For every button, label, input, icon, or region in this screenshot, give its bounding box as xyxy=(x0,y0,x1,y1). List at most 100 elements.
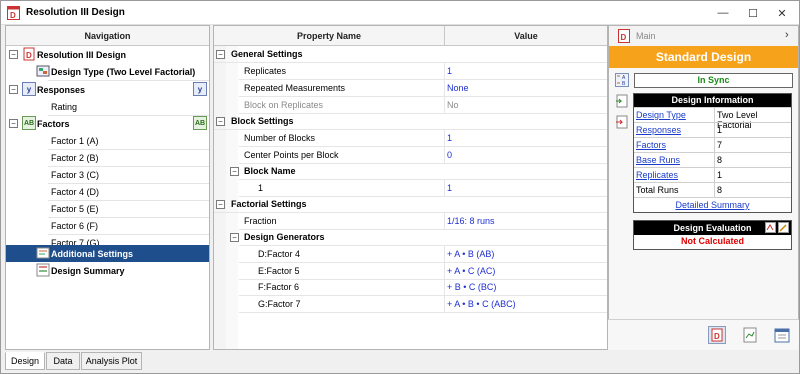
navigation-header: Navigation xyxy=(6,26,209,46)
settings-icon xyxy=(36,247,50,259)
property-row[interactable]: Repeated Measurements None xyxy=(214,80,607,97)
design-document-icon: D xyxy=(7,6,20,20)
minimize-button[interactable]: — xyxy=(713,4,733,22)
nav-item-factors[interactable]: − AB Factors AB xyxy=(6,115,209,132)
value-header: Value xyxy=(445,26,607,46)
nav-item-label: Rating xyxy=(51,101,78,112)
property-value[interactable]: 1/16: 8 runs xyxy=(447,216,495,226)
section-design-generators[interactable]: − Design Generators xyxy=(214,229,607,246)
property-value[interactable]: 1 xyxy=(447,133,452,143)
collapse-icon[interactable]: − xyxy=(216,117,225,126)
property-name: G:Factor 7 xyxy=(258,299,301,309)
nav-item-factor-6[interactable]: Factor 6 (F) xyxy=(6,217,209,234)
svg-text:D: D xyxy=(714,332,720,341)
nav-item-label: Factor 6 (F) xyxy=(51,220,99,231)
property-name-header: Property Name xyxy=(214,26,445,46)
nav-item-factor-3[interactable]: Factor 3 (C) xyxy=(6,166,209,183)
window-title: Resolution III Design xyxy=(26,7,125,18)
property-value[interactable]: None xyxy=(447,83,469,93)
control-panel-footer: D xyxy=(608,319,799,350)
nav-item-factor-2[interactable]: Factor 2 (B) xyxy=(6,149,209,166)
generate-icon[interactable] xyxy=(615,94,629,108)
nav-item-additional-settings[interactable]: Additional Settings xyxy=(6,245,209,262)
generator-row[interactable]: D:Factor 4 + A • B (AB) xyxy=(214,246,607,263)
nav-item-factor-1[interactable]: Factor 1 (A) xyxy=(6,132,209,149)
collapse-icon[interactable]: − xyxy=(216,200,225,209)
svg-text:D: D xyxy=(10,11,16,20)
design-document-icon: D xyxy=(23,47,35,61)
sync-status: In Sync xyxy=(634,73,793,88)
nav-item-label: Factor 4 (D) xyxy=(51,186,100,197)
design-evaluation-box: Design Evaluation Not Calculated xyxy=(633,220,792,250)
factors-link[interactable]: Factors xyxy=(636,140,666,150)
generator-row[interactable]: F:Factor 6 + B • C (BC) xyxy=(214,279,607,296)
edit-icon[interactable] xyxy=(778,222,789,233)
property-row[interactable]: Number of Blocks 1 xyxy=(214,130,607,147)
property-value[interactable]: + A • B • C (ABC) xyxy=(447,299,516,309)
property-row[interactable]: Replicates 1 xyxy=(214,63,607,80)
collapse-icon[interactable]: − xyxy=(9,50,18,59)
title-bar: D Resolution III Design — ☐ ✕ xyxy=(1,1,799,25)
collapse-icon[interactable]: − xyxy=(230,233,239,242)
sort-icon[interactable]: AB xyxy=(615,73,629,87)
nav-item-design-type[interactable]: Design Type (Two Level Factorial) xyxy=(6,63,209,80)
property-row[interactable]: Block on Replicates No xyxy=(214,97,607,114)
property-value[interactable]: + A • C (AC) xyxy=(447,266,495,276)
property-value[interactable]: 0 xyxy=(447,150,452,160)
nav-item-label: Responses xyxy=(37,84,86,95)
property-row[interactable]: Center Points per Block 0 xyxy=(214,147,607,164)
replicates-link[interactable]: Replicates xyxy=(636,170,678,180)
nav-item-label: Design Type (Two Level Factorial) xyxy=(51,66,196,77)
app-window: D Resolution III Design — ☐ ✕ Navigation… xyxy=(0,0,800,374)
design-view-icon[interactable]: D xyxy=(708,326,726,344)
property-name: D:Factor 4 xyxy=(258,249,301,259)
nav-item-rating[interactable]: Rating xyxy=(6,98,209,115)
chevron-right-icon[interactable]: › xyxy=(785,29,789,41)
add-factor-icon[interactable]: AB xyxy=(193,116,207,130)
tab-design[interactable]: Design xyxy=(5,352,45,370)
add-response-icon[interactable]: y xyxy=(193,82,207,96)
transfer-icon[interactable] xyxy=(615,115,629,129)
design-type-link[interactable]: Design Type xyxy=(636,110,686,120)
tab-analysis-plot[interactable]: Analysis Plot xyxy=(81,352,142,370)
nav-item-design-summary[interactable]: Design Summary xyxy=(6,262,209,279)
tab-data[interactable]: Data xyxy=(46,352,80,370)
section-block-settings[interactable]: − Block Settings xyxy=(214,113,607,130)
collapse-icon[interactable]: − xyxy=(230,167,239,176)
nav-item-label: Factor 5 (E) xyxy=(51,203,99,214)
nav-item-factor-4[interactable]: Factor 4 (D) xyxy=(6,183,209,200)
nav-item-label: Factor 3 (C) xyxy=(51,169,100,180)
collapse-icon[interactable]: − xyxy=(216,50,225,59)
main-tab-label[interactable]: Main xyxy=(636,31,656,41)
collapse-icon[interactable]: − xyxy=(9,85,18,94)
design-banner: Standard Design xyxy=(609,46,798,68)
section-block-name[interactable]: − Block Name xyxy=(214,163,607,180)
section-general-settings[interactable]: − General Settings xyxy=(214,46,607,63)
property-row[interactable]: 1 1 xyxy=(214,180,607,197)
generator-row[interactable]: E:Factor 5 + A • C (AC) xyxy=(214,263,607,280)
property-value[interactable]: 1 xyxy=(447,183,452,193)
property-row[interactable]: Fraction 1/16: 8 runs xyxy=(214,213,607,230)
generator-row[interactable]: G:Factor 7 + A • B • C (ABC) xyxy=(214,296,607,313)
nav-item-factor-5[interactable]: Factor 5 (E) xyxy=(6,200,209,217)
calendar-icon[interactable] xyxy=(774,326,790,344)
nav-item-responses[interactable]: − y Responses y xyxy=(6,81,209,98)
evaluate-icon[interactable] xyxy=(765,222,776,233)
close-button[interactable]: ✕ xyxy=(772,4,792,22)
section-factorial-settings[interactable]: − Factorial Settings xyxy=(214,196,607,213)
maximize-button[interactable]: ☐ xyxy=(743,4,763,22)
detailed-summary-link[interactable]: Detailed Summary xyxy=(675,200,749,210)
design-information-table: Design Information Design Type Two Level… xyxy=(633,93,792,213)
property-name: Replicates xyxy=(244,66,287,76)
nav-item-root[interactable]: − D Resolution III Design xyxy=(6,46,209,63)
property-value[interactable]: 1 xyxy=(447,66,452,76)
property-value[interactable]: + A • B (AB) xyxy=(447,249,494,259)
property-value[interactable]: + B • C (BC) xyxy=(447,282,496,292)
base-runs-link[interactable]: Base Runs xyxy=(636,155,680,165)
design-information-title: Design Information xyxy=(634,94,791,107)
responses-link[interactable]: Responses xyxy=(636,125,681,135)
svg-text:D: D xyxy=(621,33,627,42)
report-icon[interactable] xyxy=(742,326,758,344)
collapse-icon[interactable]: − xyxy=(9,119,18,128)
info-row: Responses 1 xyxy=(634,122,791,137)
